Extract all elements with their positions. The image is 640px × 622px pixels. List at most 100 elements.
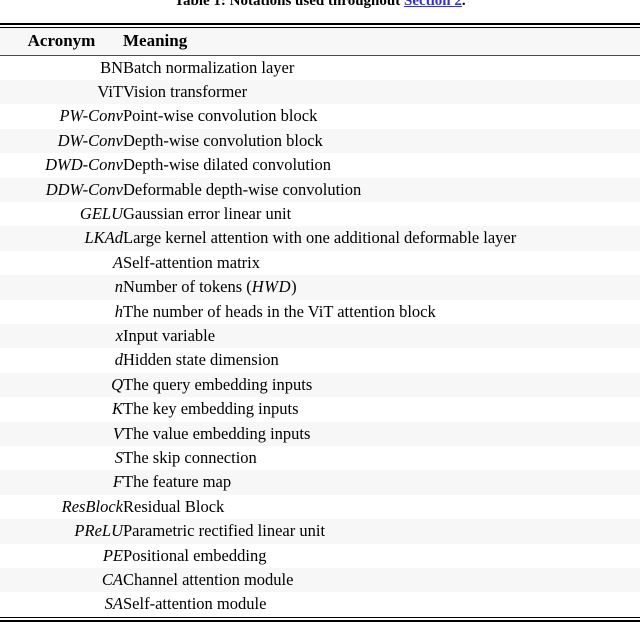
table-bottomrule-outer: [0, 616, 640, 618]
meaning-text: Number of tokens (: [123, 277, 252, 297]
table-header-row: Acronym Meaning: [0, 28, 640, 55]
cell-meaning: Depth-wise dilated convolution: [123, 153, 640, 178]
cell-meaning: Vision transformer: [123, 79, 640, 105]
cell-acronym: d: [0, 348, 123, 373]
meaning-text: Self-attention module: [123, 594, 267, 614]
acronym-text: Q: [111, 374, 123, 394]
caption-suffix: .: [461, 0, 466, 9]
cell-meaning: The query embedding inputs: [123, 372, 640, 398]
meaning-text: Depth-wise convolution block: [123, 130, 323, 150]
meaning-text: Deformable depth-wise convolution: [123, 179, 362, 199]
cell-acronym: DW-Conv: [0, 128, 123, 154]
acronym-text: PE: [102, 545, 123, 565]
acronym-text: ResBlock: [61, 496, 123, 516]
notations-table: Acronym Meaning BN Batch normalization la…: [0, 28, 640, 617]
cell-meaning: Hidden state dimension: [123, 348, 640, 373]
meaning-text: Residual Block: [123, 496, 225, 516]
table-row: d Hidden state dimension: [0, 348, 640, 373]
acronym-text: d: [114, 350, 123, 370]
acronym-text: F: [112, 472, 123, 492]
cell-acronym: LKAd: [0, 226, 123, 251]
acronym-text: DDW-Conv: [45, 179, 123, 199]
table-row: F The feature map: [0, 470, 640, 495]
acronym-text: LKAd: [84, 228, 123, 248]
acronym-text: A: [112, 252, 123, 272]
cell-meaning: Depth-wise convolution block: [123, 128, 640, 154]
meaning-text: Parametric rectified linear unit: [123, 521, 326, 541]
table-caption-container: Table 1: Notations used throughout Secti…: [0, 0, 640, 11]
column-header-meaning: Meaning: [123, 28, 640, 55]
meaning-text: The query embedding inputs: [123, 374, 313, 394]
table-row: ResBlock Residual Block: [0, 494, 640, 520]
meaning-text: Depth-wise dilated convolution: [123, 155, 332, 175]
acronym-text: ViT: [97, 81, 123, 101]
table-row: PReLU Parametric rectified linear unit: [0, 519, 640, 544]
cell-acronym: n: [0, 275, 123, 300]
acronym-text: DW-Conv: [57, 130, 123, 150]
cell-acronym: PE: [0, 543, 123, 569]
cell-acronym: BN: [0, 54, 123, 80]
cell-meaning: Deformable depth-wise convolution: [123, 177, 640, 202]
meaning-text: Self-attention matrix: [123, 252, 261, 272]
table-row: SA Self-attention module: [0, 592, 640, 617]
meaning-text: Channel attention module: [123, 570, 294, 590]
meaning-text: Positional embedding: [123, 545, 267, 565]
table-row: DW-Conv Depth-wise convolution block: [0, 128, 640, 154]
cell-meaning: The number of heads in the ViT attention…: [123, 299, 640, 324]
table-caption: Table 1: Notations used throughout Secti…: [0, 0, 640, 11]
cell-acronym: Q: [0, 372, 123, 398]
cell-meaning: Batch normalization layer: [123, 54, 640, 80]
acronym-text: BN: [100, 57, 123, 77]
acronym-text: DWD-Conv: [45, 155, 123, 175]
paper-table-page: Table 1: Notations used throughout Secti…: [0, 0, 640, 622]
meaning-text-suffix: ): [291, 277, 297, 297]
cell-meaning: Number of tokens (HWD): [123, 275, 640, 300]
meaning-text: The feature map: [123, 472, 232, 492]
table-row: S The skip connection: [0, 446, 640, 471]
meaning-math-symbol: HWD: [251, 277, 292, 297]
table-row: CA Channel attention module: [0, 568, 640, 593]
cell-acronym: ResBlock: [0, 494, 123, 520]
acronym-text: V: [112, 423, 123, 443]
meaning-text: Point-wise convolution block: [123, 106, 318, 126]
meaning-text: Vision transformer: [123, 81, 248, 101]
cell-acronym: K: [0, 397, 123, 422]
notations-table-wrapper: Acronym Meaning BN Batch normalization la…: [0, 23, 640, 622]
cell-meaning: Channel attention module: [123, 568, 640, 593]
table-row: DDW-Conv Deformable depth-wise convolutio…: [0, 177, 640, 202]
cell-acronym: F: [0, 470, 123, 495]
acronym-text: h: [114, 301, 123, 321]
column-header-acronym: Acronym: [0, 28, 123, 55]
table-row: ViT Vision transformer: [0, 79, 640, 105]
cell-meaning: The skip connection: [123, 446, 640, 471]
table-row: x Input variable: [0, 323, 640, 349]
acronym-text: PW-Conv: [59, 106, 123, 126]
cell-meaning: Point-wise convolution block: [123, 104, 640, 129]
cell-meaning: Residual Block: [123, 494, 640, 520]
meaning-text: The value embedding inputs: [123, 423, 311, 443]
cell-meaning: Input variable: [123, 323, 640, 349]
table-toprule-outer: [0, 23, 640, 25]
cell-acronym: h: [0, 299, 123, 324]
table-row: K The key embedding inputs: [0, 397, 640, 422]
cell-acronym: SA: [0, 592, 123, 617]
cell-acronym: V: [0, 421, 123, 446]
acronym-text: PReLU: [74, 521, 123, 541]
table-header: Acronym Meaning: [0, 28, 640, 55]
meaning-text: The skip connection: [123, 448, 257, 467]
acronym-text: GELU: [79, 203, 123, 223]
acronym-text: CA: [101, 570, 123, 590]
meaning-text: The number of heads in the ViT attention…: [123, 301, 436, 321]
table-row: Q The query embedding inputs: [0, 372, 640, 398]
table-row: GELU Gaussian error linear unit: [0, 201, 640, 227]
cell-acronym: DDW-Conv: [0, 177, 123, 202]
cell-meaning: Parametric rectified linear unit: [123, 519, 640, 544]
cell-meaning: Self-attention module: [123, 592, 640, 617]
acronym-text: x: [115, 325, 123, 345]
table-row: A Self-attention matrix: [0, 250, 640, 276]
table-row: n Number of tokens (HWD): [0, 275, 640, 300]
caption-prefix: Table 1: Notations used throughout: [174, 0, 404, 9]
section-2-link[interactable]: Section 2: [404, 0, 462, 9]
acronym-text: SA: [104, 594, 123, 614]
cell-acronym: CA: [0, 568, 123, 593]
